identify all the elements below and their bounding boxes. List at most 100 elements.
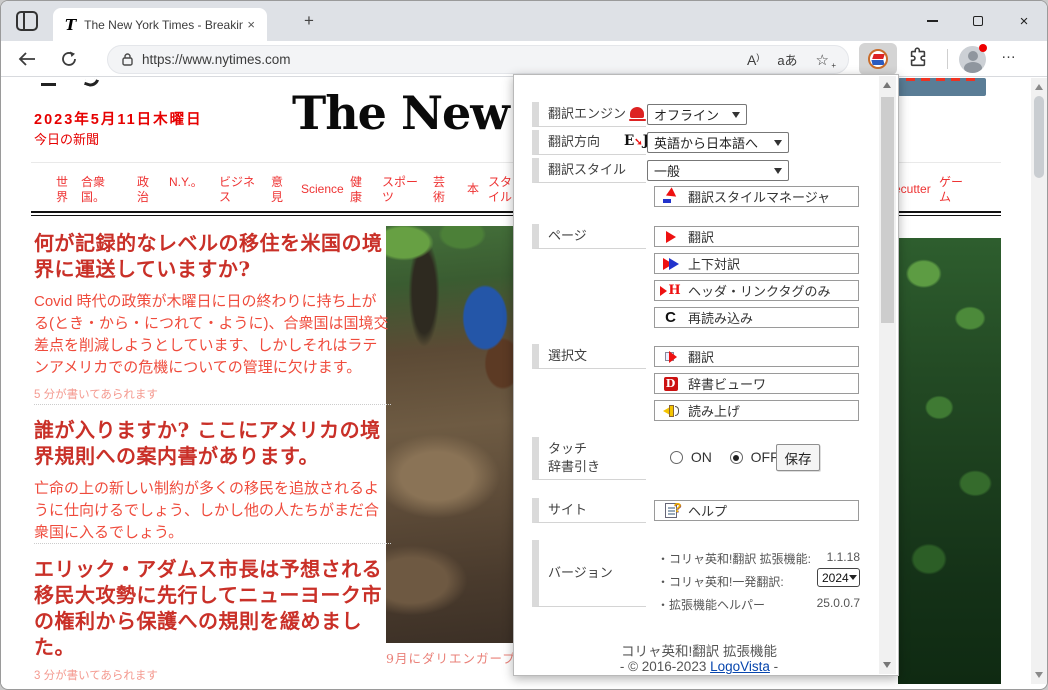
- help-icon: ?: [662, 503, 679, 518]
- direction-select[interactable]: 英語から日本語へ: [647, 132, 789, 153]
- logovista-extension-icon: [868, 49, 888, 69]
- article-3-readtime: 3 分が書いてあられます: [34, 667, 391, 683]
- article-3[interactable]: エリック・アダムス市長は予想される移民大攻勢に先行してニューヨーク市の権利から保…: [34, 556, 391, 683]
- nyt-favicon-icon: T: [65, 16, 76, 34]
- popup-footer-title: コリャ英和!翻訳 拡張機能: [514, 640, 884, 660]
- nav-item-sports[interactable]: スポーツ: [382, 175, 420, 205]
- nav-item-politics[interactable]: 政治: [137, 175, 151, 205]
- new-tab-button[interactable]: +: [297, 12, 321, 32]
- scroll-up-icon[interactable]: [883, 82, 891, 88]
- dictionary-viewer-button[interactable]: D 辞書ビューワ: [654, 373, 859, 394]
- minimize-icon: [927, 20, 938, 22]
- page-header-only-button[interactable]: H ヘッダ・リンクタグのみ: [654, 280, 859, 301]
- refresh-button[interactable]: [55, 45, 83, 73]
- article-2-headline[interactable]: 誰が入りますか? ここにアメリカの境界規則への案内書があります。: [34, 417, 391, 469]
- help-button[interactable]: ? ヘルプ: [654, 500, 859, 521]
- nav-item-health[interactable]: 健康: [350, 175, 364, 205]
- article-1[interactable]: 何が記録的なレベルの移住を米国の境界に運送していますか? Covid 時代の政策…: [34, 230, 391, 402]
- nav-item-opinion[interactable]: 意見: [271, 175, 285, 205]
- page-parallel-button[interactable]: 上下対訳: [654, 253, 859, 274]
- login-button-text-fragment: [906, 78, 978, 81]
- maximize-button[interactable]: [955, 1, 1001, 41]
- extensions-puzzle-icon[interactable]: [907, 47, 929, 69]
- nav-item-ny[interactable]: N.Y.。: [169, 175, 201, 190]
- nav-item-us[interactable]: 合衆国。: [81, 175, 108, 205]
- site-section-label: サイト: [532, 498, 646, 523]
- article-1-headline[interactable]: 何が記録的なレベルの移住を米国の境界に運送していますか?: [34, 230, 391, 282]
- photo-caption: 9月にダリエンガープを: [386, 648, 529, 667]
- nav-item-wirecutter[interactable]: ecutter: [894, 182, 931, 197]
- scrollbar-thumb[interactable]: [1034, 96, 1044, 178]
- nav-item-books[interactable]: 本: [467, 182, 481, 197]
- article-divider: [34, 404, 391, 405]
- english-to-japanese-icon: E➘J: [624, 133, 649, 149]
- login-button[interactable]: [898, 78, 986, 96]
- engine-select[interactable]: オフライン: [647, 104, 747, 125]
- popup-scrollbar-thumb[interactable]: [881, 97, 894, 323]
- version-year-select[interactable]: 2024: [817, 568, 860, 587]
- favorites-star-icon[interactable]: ☆+: [807, 51, 838, 69]
- settings-more-icon[interactable]: …: [1001, 45, 1017, 62]
- popup-footer-copyright: - © 2016-2023 LogoVista -: [514, 659, 884, 674]
- radio-off-label: OFF: [751, 449, 779, 465]
- scroll-up-icon[interactable]: [1035, 84, 1043, 90]
- chevron-down-icon: [774, 140, 782, 146]
- nav-item-games[interactable]: ゲーム: [939, 175, 965, 205]
- popup-scrollbar[interactable]: [879, 76, 896, 674]
- tab-close-icon[interactable]: ×: [243, 16, 259, 33]
- close-button[interactable]: ×: [1001, 1, 1047, 41]
- translate-play-icon: [662, 231, 679, 243]
- page-date: 2023年5月11日木曜日: [34, 108, 203, 129]
- back-button[interactable]: [13, 45, 41, 73]
- title-bar: T The New York Times - Breaking N × + ×: [1, 1, 1047, 41]
- profile-notification-dot: [979, 44, 987, 52]
- article-1-readtime: 5 分が書いてあられます: [34, 386, 391, 402]
- engine-offline-icon: [630, 107, 644, 118]
- style-label: 翻訳スタイル: [532, 158, 646, 183]
- tab-actions-menu-icon[interactable]: [15, 10, 39, 32]
- nav-item-world[interactable]: 世界: [56, 175, 70, 205]
- read-aloud-icon[interactable]: A): [738, 52, 768, 68]
- article-photo-migrant: [386, 226, 513, 643]
- nav-item-style[interactable]: スタイル: [488, 175, 515, 205]
- style-select[interactable]: 一般: [647, 160, 789, 181]
- todays-paper-link[interactable]: 今日の新聞: [34, 129, 99, 148]
- page-scrollbar[interactable]: [1031, 78, 1047, 684]
- page-reload-button[interactable]: C 再読み込み: [654, 307, 859, 328]
- translation-extension-button[interactable]: [859, 43, 897, 75]
- save-button[interactable]: 保存: [776, 444, 820, 471]
- nav-item-arts[interactable]: 芸術: [433, 175, 447, 205]
- radio-off[interactable]: [730, 451, 743, 464]
- url-text[interactable]: https://www.nytimes.com: [142, 52, 738, 67]
- article-2[interactable]: 誰が入りますか? ここにアメリカの境界規則への案内書があります。 亡命の上の新し…: [34, 417, 391, 544]
- nav-item-business[interactable]: ビジネス: [219, 175, 257, 205]
- engine-label: 翻訳エンジン: [532, 102, 646, 127]
- selection-translate-button[interactable]: 翻訳: [654, 346, 859, 367]
- scroll-down-icon[interactable]: [883, 662, 891, 668]
- chevron-down-icon: [774, 168, 782, 174]
- maximize-icon: [973, 16, 983, 26]
- menu-hamburger-icon[interactable]: [41, 83, 56, 86]
- radio-on[interactable]: [670, 451, 683, 464]
- window-controls: ×: [909, 1, 1047, 41]
- page-translate-button[interactable]: 翻訳: [654, 226, 859, 247]
- favorites-plus-badge: +: [831, 62, 836, 70]
- browser-tab[interactable]: T The New York Times - Breaking N ×: [53, 8, 267, 41]
- version-section-label: バージョン: [532, 540, 646, 607]
- translate-page-icon[interactable]: aあ: [768, 50, 806, 69]
- scroll-down-icon[interactable]: [1035, 672, 1043, 678]
- address-bar[interactable]: https://www.nytimes.com A) aあ ☆+: [107, 45, 849, 74]
- article-3-headline[interactable]: エリック・アダムス市長は予想される移民大攻勢に先行してニューヨーク市の権利から保…: [34, 556, 391, 660]
- chevron-down-icon: [732, 112, 740, 118]
- nav-item-science[interactable]: Science: [301, 182, 344, 197]
- logovista-link[interactable]: LogoVista: [710, 659, 770, 674]
- touch-dictionary-label: タッチ 辞書引き: [532, 437, 646, 480]
- selection-section-label: 選択文: [532, 344, 646, 369]
- minimize-button[interactable]: [909, 1, 955, 41]
- read-aloud-button[interactable]: 読み上げ: [654, 400, 859, 421]
- article-1-body: Covid 時代の政策が木曜日に日の終わりに持ち上がる(とき・から・につれて・よ…: [34, 291, 391, 379]
- search-icon[interactable]: [84, 78, 99, 89]
- style-manager-button[interactable]: 翻訳スタイルマネージャ: [654, 186, 859, 207]
- style-manager-icon: [662, 189, 679, 204]
- lock-icon[interactable]: [122, 53, 133, 66]
